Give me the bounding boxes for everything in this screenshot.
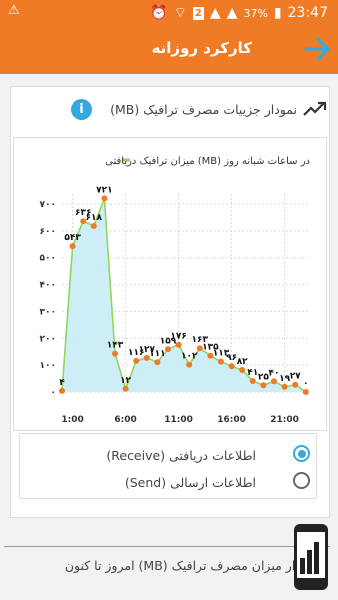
alarm-icon: ⏰ [150, 5, 168, 21]
y-tick-label: ۱۰۰ [40, 361, 56, 371]
y-tick-label: ۷۰۰ [40, 200, 56, 210]
data-point [228, 363, 235, 370]
signal-icon-2: ▲ [226, 5, 238, 21]
signal-icon: ▲ [209, 5, 221, 21]
data-label: ۴ [59, 378, 65, 388]
card-title: نمودار جزییات مصرف ترافیک (MB) [110, 102, 297, 117]
data-label: ۱۷۶ [170, 332, 186, 342]
app-bar: کارکرد روزانه [0, 24, 338, 74]
data-point [271, 378, 277, 385]
x-tick-label: 6:00 [114, 415, 136, 425]
data-point [302, 389, 309, 395]
x-tick-label: 11:00 [164, 415, 193, 425]
data-point [281, 383, 288, 390]
data-label: ۴۰ [269, 368, 280, 378]
data-point [292, 381, 299, 388]
data-label: ۰ [303, 379, 309, 389]
section-divider [4, 546, 330, 547]
data-label: ۸۲ [237, 357, 248, 367]
x-tick-label: 1:00 [61, 415, 83, 425]
data-label: ۹۶ [226, 353, 237, 363]
back-arrow-icon[interactable] [302, 34, 332, 64]
receive-option[interactable]: اطلاعات دریافتی (Receive) [20, 444, 316, 468]
data-type-radio-group: اطلاعات دریافتی (Receive) اطلاعات ارسالی… [19, 433, 317, 499]
data-point [175, 341, 182, 348]
section-title: نمودار میزان مصرف ترافیک (MB) امروز تا ک… [64, 558, 318, 573]
data-point [165, 346, 171, 353]
send-radio[interactable] [293, 472, 310, 489]
data-label: ۱۴۳ [107, 341, 124, 351]
data-point [186, 361, 193, 368]
data-point [90, 223, 97, 230]
battery-icon: ▮ [273, 5, 282, 21]
y-tick-label: ۳۰۰ [40, 307, 56, 317]
y-tick-label: ۵۰۰ [40, 254, 56, 264]
y-tick-label: ۶۰۰ [40, 227, 56, 237]
chart-card: نمودار جزییات مصرف ترافیک (MB) i ۴ ۵۴۳ ۶۳۶… [10, 86, 330, 518]
status-bar: ⚠ ⏰ ⌔ 2 ▲ ▲ 37% ▮ 23:47 [0, 0, 338, 24]
data-point [101, 195, 108, 202]
data-point [69, 243, 76, 250]
data-label: ۱۲ [120, 376, 131, 386]
card-header: نمودار جزییات مصرف ترافیک (MB) i [11, 99, 329, 123]
data-label: ۵۴۳ [64, 233, 81, 243]
data-label: ۴۱ [247, 368, 258, 378]
warning-icon: ⚠ [8, 3, 20, 18]
receive-radio[interactable] [293, 445, 310, 462]
data-point [133, 357, 140, 364]
data-label: ۱۰۲ [181, 352, 198, 362]
sim-badge: 2 [192, 6, 204, 20]
chart-area [62, 198, 306, 392]
y-tick-label: ۲۰۰ [40, 334, 56, 344]
data-point [154, 359, 161, 366]
chart-svg: ۴۵۴۳۶۳۶۶۱۸۷۲۱۱۴۳۱۲۱۱۶۱۲۷۱۱۱۱۵۹۱۷۶۱۰۲۱۶۳۱… [40, 156, 310, 425]
wifi-icon: ⌔ [173, 5, 187, 21]
data-point [59, 387, 65, 394]
data-point [218, 358, 224, 365]
send-label: اطلاعات ارسالی (Send) [124, 475, 256, 490]
info-icon[interactable]: i [71, 99, 92, 120]
legend-label: میزان ترافیک دریافتی (MB) در ساعات شبانه… [105, 156, 310, 167]
x-tick-label: 21:00 [270, 415, 299, 425]
trending-up-icon [303, 101, 327, 116]
data-label: ۱۱۱ [149, 349, 165, 359]
data-point [249, 377, 256, 384]
phone-chart-icon[interactable] [288, 524, 332, 596]
chart: ۴ ۵۴۳ ۶۳۶ ۶۱۸ ۷۲۱ ۱۴۳ ۱۲ ۱۱۶ ۱۲۷ ۱۱۱ ۱۵۹ ۱۷۶ ۱۰۲ ۱۶۳ ۱… [13, 137, 327, 431]
data-point [260, 382, 267, 389]
y-tick-label: ۴۰۰ [40, 281, 56, 291]
data-label: ۷۲۱ [96, 185, 112, 195]
page-title: کارکرد روزانه [151, 39, 252, 57]
data-point [122, 385, 129, 392]
clock: 23:47 [287, 5, 328, 21]
data-label: ۶۱۸ [86, 213, 103, 223]
send-option[interactable]: اطلاعات ارسالی (Send) [20, 471, 316, 495]
data-point [112, 350, 118, 357]
data-label: ۲۷ [290, 372, 301, 382]
receive-label: اطلاعات دریافتی (Receive) [106, 448, 256, 463]
battery-percent: 37% [243, 6, 268, 20]
y-tick-label: ۰ [51, 388, 57, 398]
x-tick-label: 16:00 [217, 415, 246, 425]
data-point [239, 366, 246, 373]
